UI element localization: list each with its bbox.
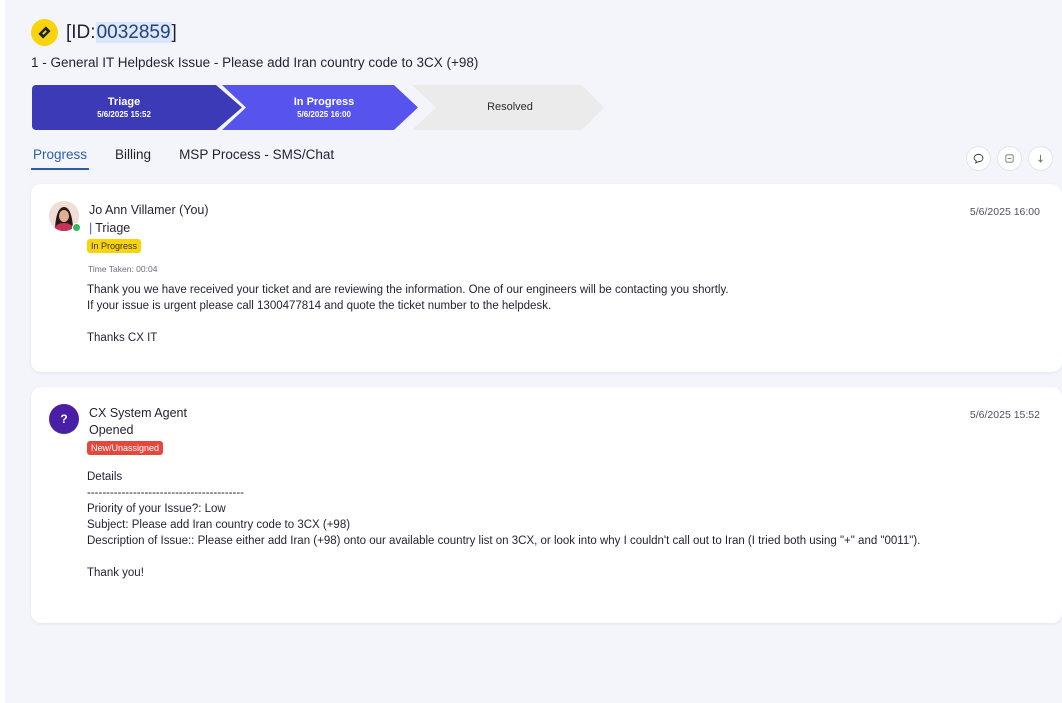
entry-stage-label: Triage: [95, 221, 131, 235]
stage-resolved[interactable]: Resolved: [412, 85, 604, 130]
ticket-icon: [31, 19, 58, 46]
entry-stage: Opened: [89, 423, 134, 437]
toolbar: [966, 146, 1059, 171]
sort-button[interactable]: [1028, 146, 1053, 171]
page-left-edge: [0, 0, 5, 703]
stage-name: In Progress: [293, 95, 355, 108]
timeline-entry: Jo Ann Villamer (You) | Triage In Progres…: [31, 184, 1062, 372]
entry-author: Jo Ann Villamer (You): [89, 203, 209, 217]
avatar: ?: [49, 404, 79, 434]
stage-name: Triage: [107, 95, 141, 108]
collapse-icon: [1005, 154, 1014, 163]
stage-progress: Triage 5/6/2025 15:52 In Progress 5/6/20…: [32, 85, 612, 130]
stage-marker: |: [89, 221, 93, 235]
entry-author: CX System Agent: [89, 406, 187, 420]
status-badge: New/Unassigned: [87, 441, 164, 455]
stage-date: 5/6/2025 15:52: [97, 109, 151, 119]
time-taken: Time Taken: 00:04: [88, 264, 158, 274]
entry-stage: | Triage: [89, 221, 130, 235]
tab-billing[interactable]: Billing: [113, 146, 153, 170]
chat-bubble-icon: [973, 153, 984, 164]
sort-down-icon: [1038, 154, 1043, 163]
entry-body: Thank you we have received your ticket a…: [87, 284, 729, 344]
entry-body: Details --------------------------------…: [87, 471, 921, 579]
timeline-entry: ? CX System Agent Opened New/Unassigned …: [31, 387, 1062, 623]
stage-name: Resolved: [487, 101, 533, 113]
status-badge: In Progress: [87, 239, 142, 253]
ticket-id-number[interactable]: 0032859: [95, 21, 172, 43]
stage-in-progress[interactable]: In Progress 5/6/2025 16:00: [222, 85, 418, 130]
avatar: [49, 201, 81, 232]
ticket-id-prefix: [ID:: [66, 21, 96, 43]
ticket-id-suffix: ]: [171, 21, 177, 43]
entry-timestamp: 5/6/2025 15:52: [969, 409, 1040, 421]
stage-date: 5/6/2025 16:00: [297, 109, 351, 119]
ticket-tabs: Progress Billing MSP Process - SMS/Chat: [31, 146, 360, 170]
ticket-id: [ID:0032859]: [66, 21, 177, 44]
comment-button[interactable]: [966, 146, 991, 171]
tab-msp-process[interactable]: MSP Process - SMS/Chat: [177, 146, 336, 170]
ticket-subtitle: 1 - General IT Helpdesk Issue - Please a…: [31, 55, 479, 70]
ticket-header: [ID:0032859]: [31, 19, 177, 46]
stage-triage[interactable]: Triage 5/6/2025 15:52: [32, 85, 242, 130]
online-status-dot: [72, 223, 81, 232]
collapse-button[interactable]: [997, 146, 1022, 171]
entry-timestamp: 5/6/2025 16:00: [969, 206, 1040, 218]
tab-progress[interactable]: Progress: [31, 146, 90, 170]
